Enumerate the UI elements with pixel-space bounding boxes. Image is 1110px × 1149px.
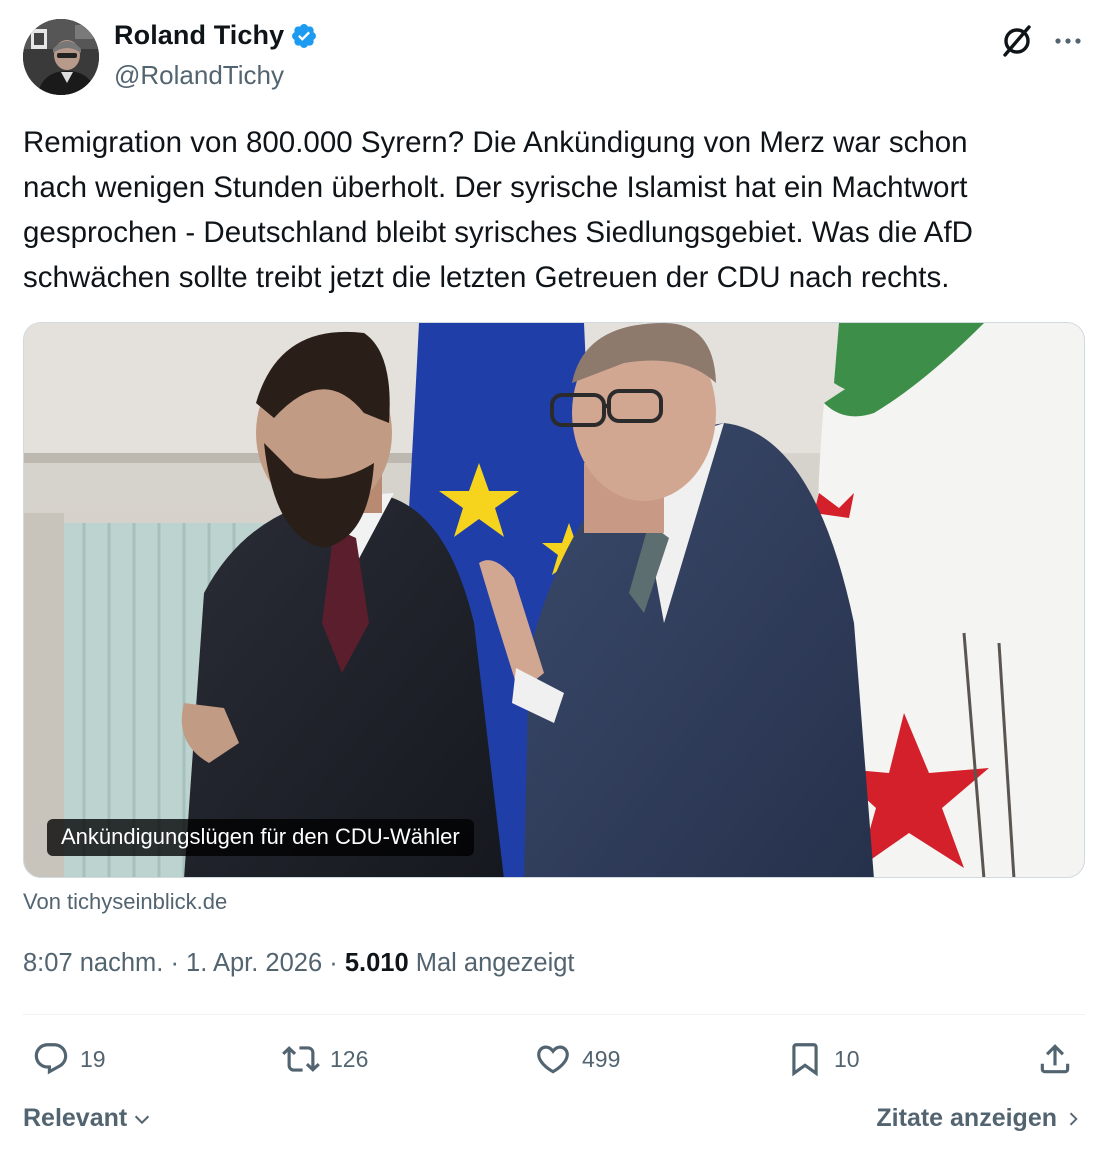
share-button[interactable]: [1036, 1040, 1074, 1078]
like-count: 499: [582, 1045, 621, 1072]
chevron-down-icon: [135, 1115, 150, 1124]
reply-bubble-icon: [34, 1043, 68, 1075]
reply-button[interactable]: 19: [32, 1040, 106, 1078]
views-count[interactable]: 5.010: [345, 949, 409, 977]
author-avatar[interactable]: [23, 19, 99, 95]
sort-label: Relevant: [23, 1104, 128, 1132]
repost-arrows-icon: [282, 1046, 320, 1072]
tweet-time[interactable]: 8:07 nachm.: [23, 949, 163, 977]
link-source[interactable]: Von tichyseinblick.de: [23, 889, 227, 915]
author-display-name[interactable]: Roland Tichy: [114, 20, 284, 51]
bookmark-icon: [792, 1043, 818, 1077]
media-caption: Ankündigungslügen für den CDU-Wähler: [47, 819, 474, 856]
chevron-right-icon: [1069, 1112, 1078, 1125]
bookmark-button[interactable]: 10: [786, 1040, 860, 1078]
more-dots-icon[interactable]: [1051, 24, 1085, 58]
meta-separator: ·: [170, 949, 179, 977]
news-photo: [24, 323, 1084, 877]
quotes-label: Zitate anzeigen: [876, 1104, 1057, 1132]
repost-button[interactable]: 126: [282, 1040, 368, 1078]
views-label[interactable]: Mal angezeigt: [416, 949, 575, 977]
divider: [23, 1014, 1085, 1015]
grok-icon[interactable]: [998, 22, 1036, 60]
tweet-date[interactable]: 1. Apr. 2026: [186, 949, 322, 977]
repost-count: 126: [330, 1045, 369, 1072]
like-button[interactable]: 499: [534, 1040, 620, 1078]
view-quotes-link[interactable]: Zitate anzeigen: [876, 1104, 1083, 1133]
verified-badge-icon[interactable]: [290, 22, 318, 50]
tweet-text: Remigration von 800.000 Syrern? Die Ankü…: [23, 126, 973, 294]
tweet-meta: 8:07 nachm. · 1. Apr. 2026 · 5.010 Mal a…: [23, 949, 575, 978]
sort-dropdown[interactable]: Relevant: [23, 1104, 153, 1133]
author-name-row[interactable]: Roland Tichy: [114, 20, 318, 51]
avatar-photo: [23, 19, 99, 95]
author-handle[interactable]: @RolandTichy: [114, 60, 284, 91]
tweet-card: Roland Tichy @RolandTichy Remigration vo…: [0, 0, 1110, 1149]
reply-count: 19: [80, 1045, 106, 1072]
bookmark-count: 10: [834, 1045, 860, 1072]
tweet-media-card[interactable]: Ankündigungslügen für den CDU-Wähler: [23, 322, 1085, 878]
meta-separator-2: ·: [329, 949, 338, 977]
share-upload-icon: [1040, 1044, 1070, 1074]
heart-icon: [537, 1045, 569, 1074]
